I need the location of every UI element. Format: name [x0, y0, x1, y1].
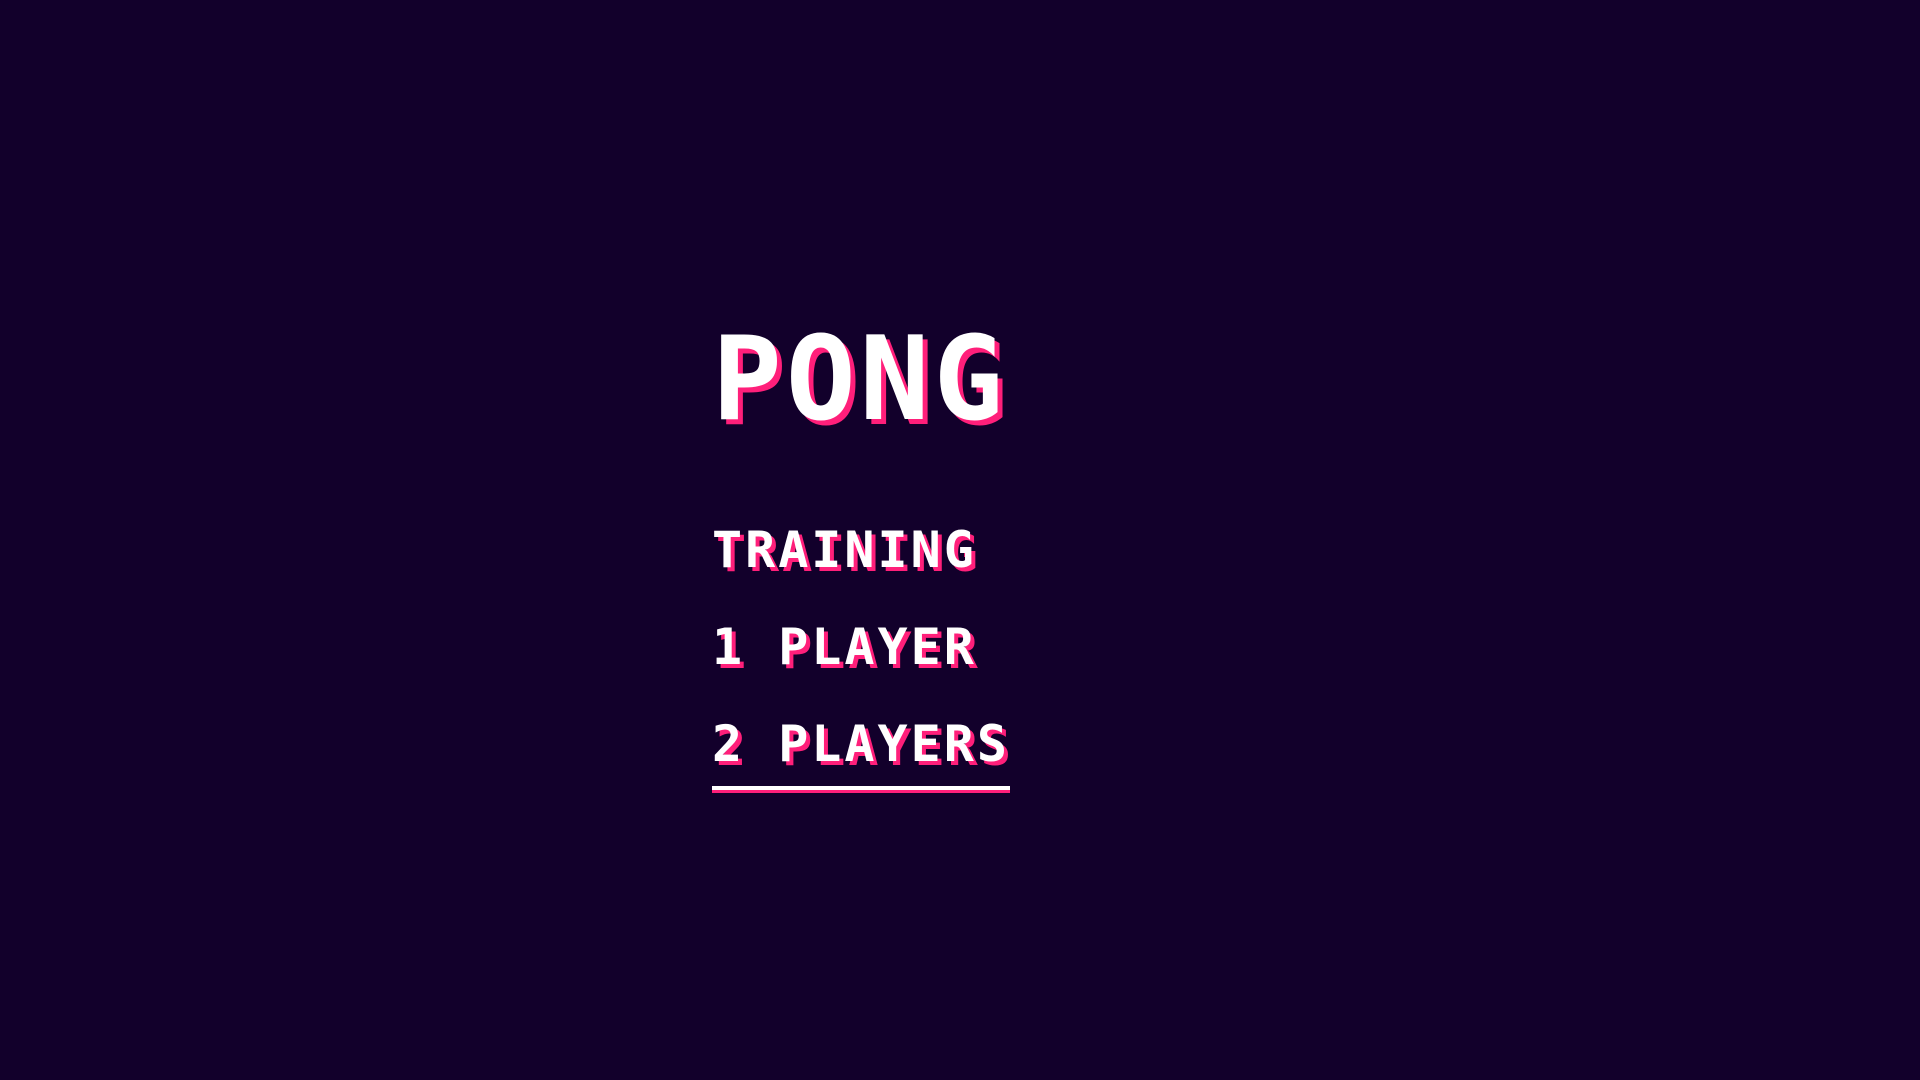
menu-item-2-players[interactable]: 2 PLAYERS [712, 704, 1232, 801]
menu-item-training-label: TRAINING [712, 521, 977, 579]
menu-item-training[interactable]: TRAINING [712, 510, 1232, 607]
game-screen: PONG TRAINING 1 PLAYER 2 PLAYERS [0, 0, 1920, 1080]
menu-item-2-players-label: 2 PLAYERS [712, 704, 1010, 790]
menu-item-1-player-label: 1 PLAYER [712, 618, 977, 676]
game-title: PONG [712, 312, 1008, 447]
menu-item-1-player[interactable]: 1 PLAYER [712, 607, 1232, 704]
main-menu: PONG TRAINING 1 PLAYER 2 PLAYERS [712, 312, 1232, 790]
menu-list: TRAINING 1 PLAYER 2 PLAYERS [712, 510, 1232, 801]
